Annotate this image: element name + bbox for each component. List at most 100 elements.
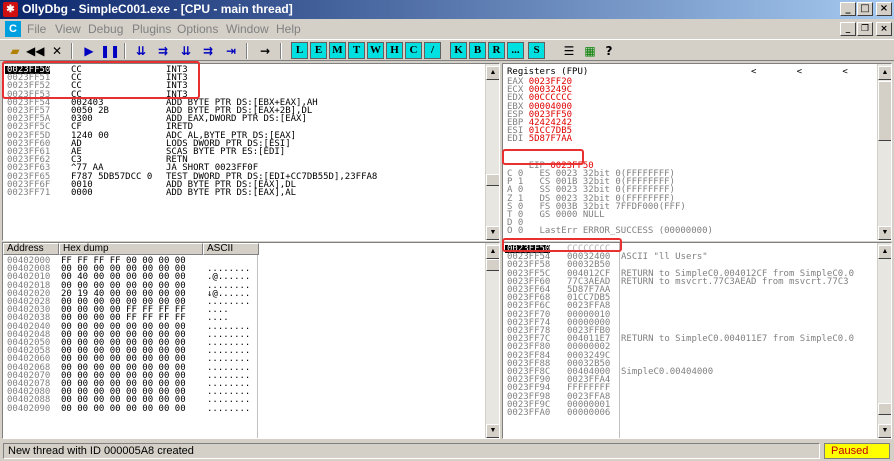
stack-row[interactable]: 0023FF64 5D87F7AA (503, 285, 875, 294)
scroll-thumb[interactable] (878, 403, 891, 415)
menu-plugins[interactable]: Plugins (132, 22, 171, 36)
registers-scrollbar[interactable]: ▲ ▼ (877, 64, 891, 240)
handles-window-button[interactable]: H (386, 42, 403, 59)
scroll-down-icon[interactable]: ▼ (486, 424, 499, 438)
grid-icon[interactable]: ▦ (581, 42, 599, 60)
close-program-icon[interactable]: ✕ (48, 42, 66, 60)
menu-view[interactable]: View (55, 22, 81, 36)
go-to-icon[interactable]: → (256, 42, 274, 60)
threads-window-button[interactable]: T (348, 42, 365, 59)
dump-address-header[interactable]: Address (3, 243, 59, 255)
stack-value: 00000006 (567, 408, 611, 418)
help-icon[interactable]: ? (600, 42, 618, 60)
dump-hex-header[interactable]: Hex dump (59, 243, 203, 255)
highlight-box (2, 61, 200, 99)
dump-address: 00402090 (7, 403, 51, 414)
call-stack-window-button[interactable]: K (450, 42, 467, 59)
restart-icon[interactable]: ◀◀ (26, 42, 44, 60)
pause-icon[interactable]: ❚❚ (100, 42, 120, 60)
stack-row[interactable]: 0023FFA0 00000006 (503, 408, 875, 418)
stack-row[interactable]: 0023FF70 00000010 (503, 310, 875, 319)
trace-over-icon[interactable]: ⇉ (199, 42, 217, 60)
list-icon[interactable]: ☰ (560, 42, 578, 60)
scroll-thumb[interactable] (878, 81, 891, 141)
mdi-close-button[interactable]: × (876, 22, 892, 36)
stack-row[interactable]: 0023FF8C 00404000 SimpleC0.00404000 (503, 367, 875, 377)
mdi-minimize-button[interactable]: _ (840, 22, 856, 36)
stack-row[interactable]: 0023FF80 00000002 (503, 343, 875, 352)
stack-row[interactable]: 0023FF94 FFFFFFFF (503, 384, 875, 393)
close-button[interactable]: × (876, 2, 892, 16)
scroll-thumb[interactable] (486, 259, 499, 271)
disassembly-scrollbar[interactable]: ▲ ▼ (485, 64, 499, 240)
stack-row[interactable]: 0023FF7C 004011E7 RETURN to SimpleC0.00401… (503, 335, 875, 344)
stack-row[interactable]: 0023FF84 0003249C (503, 351, 875, 360)
step-into-icon[interactable]: ⇊ (132, 42, 150, 60)
execute-till-return-icon[interactable]: ⇥ (222, 42, 240, 60)
menu-debug[interactable]: Debug (88, 22, 123, 36)
stack-comment: SimpleC0.00404000 (621, 367, 714, 377)
scroll-up-icon[interactable]: ▲ (878, 245, 891, 259)
dump-ascii-header[interactable]: ASCII (203, 243, 259, 255)
status-bar: New thread with ID 000005A8 created Paus… (0, 441, 894, 461)
flag-row[interactable]: T 0 GS 0000 NULL (507, 210, 713, 219)
register-name: EDI (507, 134, 524, 145)
mdi-restore-button[interactable]: ❐ (857, 22, 873, 36)
windows-window-button[interactable]: W (367, 42, 384, 59)
stack-pane[interactable]: 0023FF50 CCCCCCCC 0023FF54 00032400 ASCII "l… (502, 242, 892, 439)
menu-window[interactable]: Window (226, 22, 269, 36)
dump-row[interactable]: 00402090 00 00 00 00 00 00 00 00........ (3, 403, 483, 414)
stack-row[interactable]: 0023FF68 01CC7DB5 (503, 294, 875, 303)
menu-file[interactable]: File (27, 22, 46, 36)
source-window-button[interactable]: S (528, 42, 545, 59)
stack-highlight-box (502, 238, 622, 252)
menu-help[interactable]: Help (276, 22, 301, 36)
modules-window-button[interactable]: E (310, 42, 327, 59)
registers-header[interactable]: Registers (FPU) (507, 67, 588, 76)
run-icon[interactable]: ▶ (80, 42, 98, 60)
stack-row[interactable]: 0023FF90 0023FFA4 (503, 376, 875, 385)
menu-options[interactable]: Options (177, 22, 218, 36)
scroll-thumb[interactable] (486, 174, 499, 186)
register-row[interactable]: EDI 5D87F7AA (507, 134, 573, 145)
patches-window-button[interactable]: / (424, 42, 441, 59)
references-window-button[interactable]: R (488, 42, 505, 59)
toolbar: ▰ ◀◀ ✕ ▶ ❚❚ ⇊ ⇉ ⇊ ⇉ ⇥ → L E M T W H C / … (0, 39, 894, 61)
maximize-button[interactable]: □ (857, 2, 873, 16)
scroll-down-icon[interactable]: ▼ (878, 424, 891, 438)
scroll-down-icon[interactable]: ▼ (878, 226, 891, 240)
stack-row[interactable]: 0023FF9C 00000001 (503, 400, 875, 409)
disasm-row[interactable]: 0023FF71 0000 ADD BYTE PTR DS:[EAX],AL (3, 188, 483, 198)
stack-scrollbar[interactable]: ▲ ▼ (877, 243, 891, 438)
register-value: 5D87F7AA (528, 134, 573, 145)
scroll-up-icon[interactable]: ▲ (486, 66, 499, 80)
minimize-button[interactable]: _ (840, 2, 856, 16)
dump-ascii: ........ (207, 403, 251, 414)
log-window-button[interactable]: L (291, 42, 308, 59)
breakpoints-window-button[interactable]: B (469, 42, 486, 59)
cpu-window-icon[interactable]: C (5, 21, 21, 37)
scroll-up-icon[interactable]: ▲ (486, 245, 499, 259)
cpu-window-button[interactable]: C (405, 42, 422, 59)
stack-row[interactable]: 0023FF74 00000000 (503, 318, 875, 327)
trace-into-icon[interactable]: ⇊ (177, 42, 195, 60)
stack-row[interactable]: 0023FF6C 0023FFA8 (503, 302, 875, 311)
register-nav-arrows[interactable]: < < < < < (751, 67, 891, 76)
step-over-icon[interactable]: ⇉ (154, 42, 172, 60)
open-folder-icon[interactable]: ▰ (6, 42, 24, 60)
disasm-hex: 0000 (71, 188, 93, 198)
hex-dump-pane[interactable]: Address Hex dump ASCII 00402000 FF FF FF … (2, 242, 500, 439)
scroll-up-icon[interactable]: ▲ (878, 66, 891, 80)
run-trace-window-button[interactable]: ... (507, 42, 524, 59)
bug-icon[interactable]: ✱ (3, 2, 18, 17)
menu-bar: C File View Debug Plugins Options Window… (0, 19, 894, 39)
memory-window-button[interactable]: M (329, 42, 346, 59)
stack-row[interactable]: 0023FF98 0023FFA8 (503, 392, 875, 401)
scroll-down-icon[interactable]: ▼ (486, 226, 499, 240)
flags-and-segments: C 0 ES 0023 32bit 0(FFFFFFFF) P 1 CS 001B… (507, 169, 713, 236)
general-registers: EAX 0023FF20 ECX 0003249C EDX 00CCCCCC EBX … (507, 78, 572, 144)
flag-row[interactable]: O 0 LastErr ERROR_SUCCESS (00000000) (507, 227, 713, 236)
dump-scrollbar[interactable]: ▲ ▼ (485, 243, 499, 438)
stack-row[interactable]: 0023FF54 00032400 ASCII "ll Users" (503, 253, 875, 262)
stack-row[interactable]: 0023FF60 77C3AEAD RETURN to msvcrt.77C3AEA… (503, 277, 875, 286)
